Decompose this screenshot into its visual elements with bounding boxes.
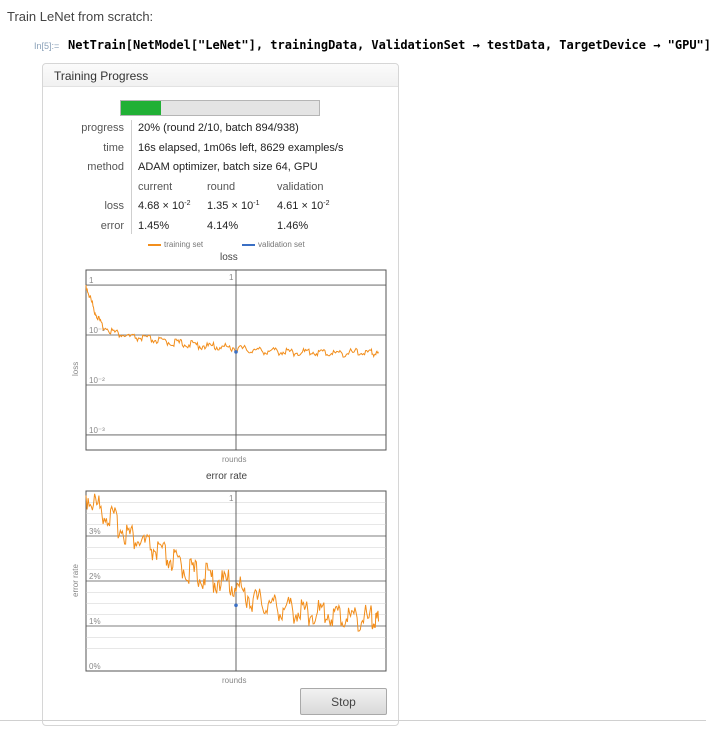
stop-button[interactable]: Stop — [300, 688, 387, 715]
y-axis-label: loss — [71, 362, 80, 376]
legend-training-label: training set — [164, 240, 204, 249]
loss-current-exponent: -2 — [184, 200, 191, 207]
times-sign: × — [301, 200, 308, 212]
input-label: In[5]:= — [34, 41, 60, 51]
loss-current-mantissa: 4.68 — [138, 200, 160, 212]
info-divider — [131, 120, 132, 234]
y-tick-label: 1% — [89, 617, 101, 626]
loss-current: 4.68 × 10-2 — [138, 200, 190, 212]
loss-validation-mantissa: 4.61 — [277, 200, 299, 212]
method-value: ADAM optimizer, batch size 64, GPU — [138, 161, 318, 173]
base: 10 — [171, 200, 185, 212]
legend-validation: validation set — [242, 240, 305, 249]
validation-point — [234, 350, 238, 354]
base: 10 — [240, 200, 254, 212]
loss-round-exponent: -1 — [253, 200, 260, 207]
y-tick-label: 2% — [89, 572, 101, 581]
legend-validation-swatch — [242, 243, 255, 246]
x-axis-label: rounds — [222, 455, 246, 464]
method-key: method — [87, 161, 124, 173]
x-tick-label: 1 — [229, 494, 234, 503]
progress-value: 20% (round 2/10, batch 894/938) — [138, 122, 299, 134]
legend-training-swatch — [148, 243, 161, 246]
code-text: NetTrain[NetModel["LeNet"], trainingData… — [68, 38, 710, 52]
y-tick-label: 10⁻³ — [89, 426, 105, 435]
legend-validation-label: validation set — [258, 240, 305, 249]
time-key: time — [103, 142, 124, 154]
panel-title: Training Progress — [54, 69, 149, 83]
error-key: error — [100, 220, 124, 232]
time-value: 16s elapsed, 1m06s left, 8629 examples/s — [138, 142, 344, 154]
y-axis-label: error rate — [71, 564, 80, 597]
y-tick-label: 3% — [89, 527, 101, 536]
loss-chart-title: loss — [220, 252, 238, 263]
loss-round: 1.35 × 10-1 — [207, 200, 259, 212]
times-sign: × — [162, 200, 169, 212]
x-axis-label: rounds — [222, 676, 246, 685]
base: 10 — [310, 200, 324, 212]
cell-divider — [0, 720, 706, 721]
times-sign: × — [231, 200, 238, 212]
col-round: round — [207, 181, 236, 193]
panel-header: Training Progress — [43, 64, 398, 87]
legend-training: training set — [148, 240, 203, 249]
loss-round-mantissa: 1.35 — [207, 200, 229, 212]
error-chart-title: error rate — [206, 471, 248, 482]
error-validation: 1.46% — [277, 220, 309, 232]
y-tick-label: 1 — [89, 276, 94, 285]
y-tick-label: 0% — [89, 662, 101, 671]
error-current: 1.45% — [138, 220, 170, 232]
col-current: current — [138, 181, 173, 193]
loss-chart: 110⁻¹10⁻²10⁻³1roundsloss — [71, 269, 387, 464]
validation-point — [234, 603, 238, 608]
col-validation: validation — [277, 181, 324, 193]
error-round: 4.14% — [207, 220, 239, 232]
x-tick-label: 1 — [229, 273, 234, 282]
cell-text: Train LeNet from scratch: — [7, 9, 154, 24]
loss-key: loss — [104, 200, 124, 212]
progress-key: progress — [81, 122, 124, 134]
loss-validation-exponent: -2 — [323, 200, 330, 207]
progress-bar — [120, 100, 320, 116]
progress-bar-fill — [121, 101, 161, 115]
code-input[interactable]: NetTrain[NetModel["LeNet"], trainingData… — [68, 38, 710, 52]
loss-validation: 4.61 × 10-2 — [277, 200, 329, 212]
error-rate-chart: 0% 1% 2% 3% 1 rounds error rate — [71, 490, 387, 685]
y-tick-label: 10⁻² — [89, 376, 105, 385]
